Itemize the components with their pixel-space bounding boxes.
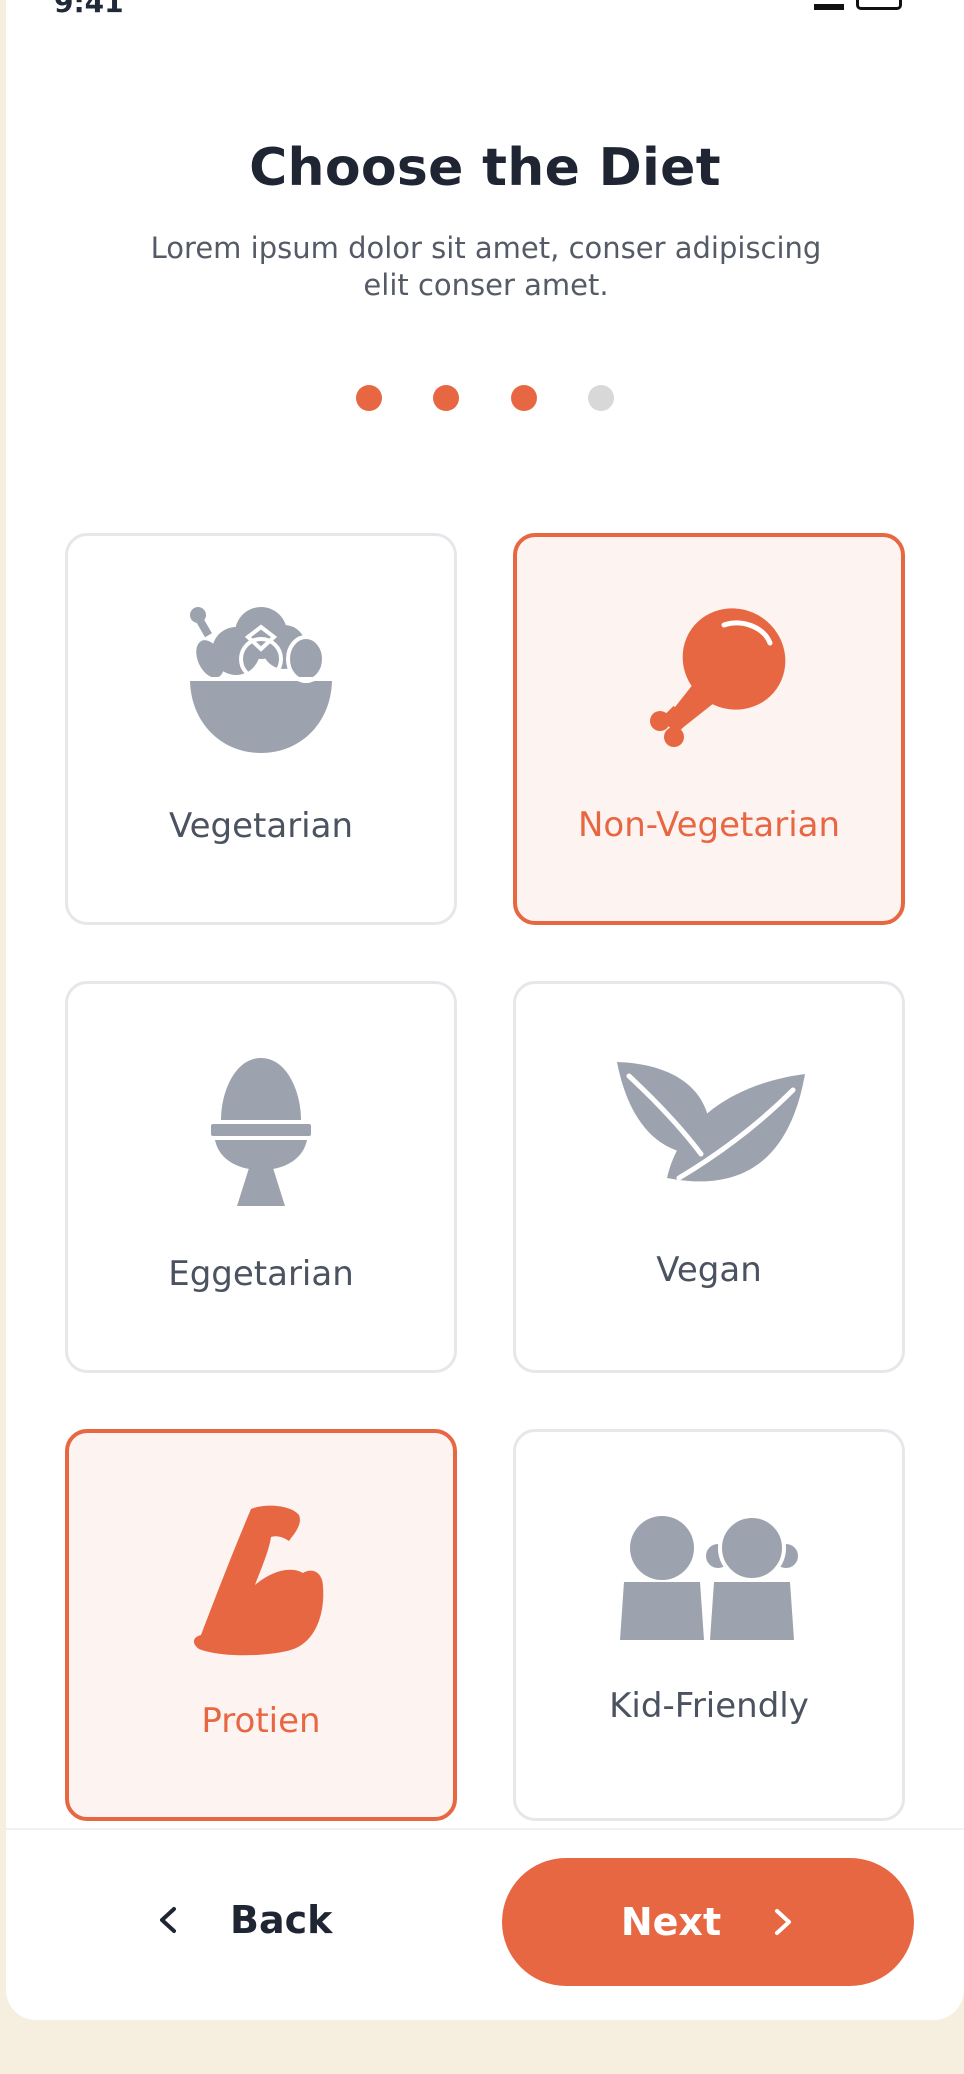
leaves-icon [516, 1054, 902, 1204]
page-title: Choose the Diet [249, 138, 721, 198]
step-dot-4 [588, 385, 614, 411]
battery-icon [856, 0, 902, 10]
option-label: Vegan [656, 1250, 762, 1290]
footer-divider [6, 1828, 964, 1830]
option-label: Non-Vegetarian [577, 805, 841, 845]
option-label: Kid-Friendly [609, 1686, 809, 1726]
status-time: 9:41 [54, 0, 124, 19]
flexed-arm-icon [69, 1503, 453, 1663]
option-label: Protien [201, 1701, 321, 1741]
page-subtitle: Lorem ipsum dolor sit amet, conser adipi… [150, 231, 822, 302]
onboarding-screen: 9:41 Choose the Diet Lorem ipsum dolor s… [6, 0, 964, 2020]
two-kids-icon [516, 1512, 902, 1652]
diet-option-kid-friendly[interactable]: Kid-Friendly [513, 1429, 905, 1821]
next-label: Next [620, 1900, 722, 1944]
back-label: Back [230, 1898, 333, 1942]
diet-option-protien[interactable]: Protien [65, 1429, 457, 1821]
salad-bowl-icon [68, 606, 454, 756]
step-dot-2 [433, 385, 459, 411]
step-indicator [356, 385, 636, 411]
diet-option-vegan[interactable]: Vegan [513, 981, 905, 1373]
egg-cup-icon [68, 1054, 454, 1214]
back-button[interactable]: Back [156, 1880, 396, 1960]
option-label: Vegetarian [168, 806, 353, 846]
chicken-leg-icon [517, 603, 901, 763]
signal-icon [814, 0, 844, 10]
diet-option-eggetarian[interactable]: Eggetarian [65, 981, 457, 1373]
next-button[interactable]: Next [502, 1858, 914, 1986]
diet-option-vegetarian[interactable]: Vegetarian [65, 533, 457, 925]
chevron-left-icon [160, 1907, 176, 1933]
step-dot-1 [356, 385, 382, 411]
diet-option-non-vegetarian[interactable]: Non-Vegetarian [513, 533, 905, 925]
status-icons [814, 0, 902, 10]
option-label: Eggetarian [168, 1254, 354, 1294]
chevron-right-icon [775, 1909, 792, 1935]
step-dot-3 [511, 385, 537, 411]
